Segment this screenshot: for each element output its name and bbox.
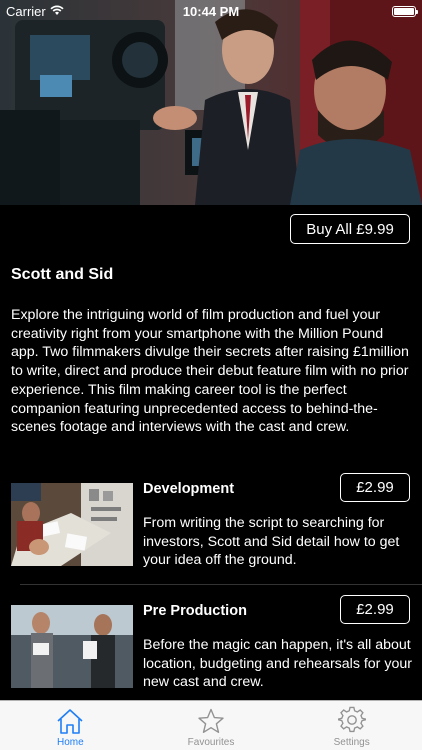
development-thumbnail: [11, 483, 133, 566]
hero-image: [0, 0, 422, 205]
page-title: Scott and Sid: [11, 266, 114, 283]
tab-bar: Home Favourites Settings: [0, 700, 422, 750]
pre-production-title: Pre Production: [143, 603, 247, 619]
buy-all-button[interactable]: Buy All £9.99: [290, 214, 410, 244]
list-divider: [20, 584, 422, 585]
status-bar: Carrier 10:44 PM: [0, 0, 422, 22]
pre-production-price-button[interactable]: £2.99: [340, 595, 410, 624]
list-item-development[interactable]: Development £2.99 From writing the scrip…: [0, 472, 422, 584]
tab-favourites[interactable]: Favourites: [141, 701, 282, 750]
development-description: From writing the script to searching for…: [143, 515, 400, 569]
home-icon: [56, 708, 84, 737]
development-title: Development: [143, 481, 235, 497]
tab-home[interactable]: Home: [0, 701, 141, 750]
pre-production-thumbnail: [11, 605, 133, 688]
battery-icon: [392, 5, 418, 17]
tab-home-label: Home: [56, 737, 84, 748]
battery-fill: [394, 7, 414, 15]
star-icon: [197, 708, 225, 737]
development-price-button[interactable]: £2.99: [340, 473, 410, 502]
wifi-icon: [50, 4, 64, 19]
pre-production-description: Before the magic can happen, it's all ab…: [143, 637, 412, 691]
gear-icon: [337, 706, 366, 737]
tab-settings-label: Settings: [333, 737, 370, 748]
carrier-label: Carrier: [6, 3, 46, 19]
app-description: Explore the intriguing world of film pro…: [11, 307, 409, 436]
tab-favourites-label: Favourites: [187, 737, 235, 748]
tab-settings[interactable]: Settings: [281, 701, 422, 750]
list-item-pre-production[interactable]: Pre Production £2.99 Before the magic ca…: [0, 594, 422, 700]
status-left: Carrier: [6, 4, 64, 19]
